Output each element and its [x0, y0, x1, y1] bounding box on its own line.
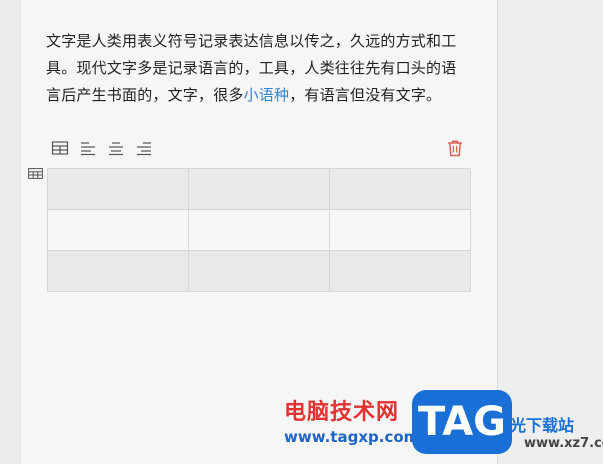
- document-paragraph[interactable]: 文字是人类用表义符号记录表达信息以传之，久远的方式和工具。现代文字多是记录语言的…: [46, 28, 466, 109]
- watermark-cn-text: 电脑技术网: [284, 400, 400, 425]
- table-cell[interactable]: [188, 168, 330, 210]
- watermark-badge: TAG: [412, 390, 512, 454]
- table-row: [47, 250, 471, 292]
- watermark-site-url: www.xz7.com: [524, 436, 603, 451]
- table-cell[interactable]: [47, 250, 189, 292]
- table-cell[interactable]: [329, 168, 471, 210]
- align-left-button[interactable]: [78, 138, 98, 158]
- align-right-icon: [137, 142, 151, 156]
- table-row: [47, 168, 471, 210]
- table-row: [47, 209, 471, 251]
- table-toolbar: [50, 138, 154, 158]
- trash-icon: [448, 140, 462, 157]
- watermark: 电脑技术网 www.tagxp.com TAG 光下载站 www.xz7.com: [276, 390, 603, 464]
- delete-table-button[interactable]: [445, 138, 465, 158]
- align-left-icon: [81, 142, 95, 156]
- document-table[interactable]: [47, 168, 471, 292]
- left-gutter: [0, 0, 20, 464]
- table-cell[interactable]: [329, 209, 471, 251]
- watermark-site-text: 光下载站: [510, 416, 575, 435]
- table-cell[interactable]: [47, 168, 189, 210]
- table-select-handle[interactable]: [27, 167, 43, 179]
- table-properties-button[interactable]: [50, 138, 70, 158]
- table-cell[interactable]: [188, 209, 330, 251]
- align-center-button[interactable]: [106, 138, 126, 158]
- table-cell[interactable]: [47, 209, 189, 251]
- table-cell[interactable]: [329, 250, 471, 292]
- align-center-icon: [109, 142, 123, 156]
- paragraph-text-end: ，有语言但没有文字。: [289, 86, 442, 104]
- table-props-icon: [51, 141, 69, 155]
- table-cell[interactable]: [188, 250, 330, 292]
- table-grid-icon: [27, 167, 43, 179]
- paragraph-link[interactable]: 小语种: [244, 86, 290, 104]
- watermark-url: www.tagxp.com: [284, 428, 420, 446]
- align-right-button[interactable]: [134, 138, 154, 158]
